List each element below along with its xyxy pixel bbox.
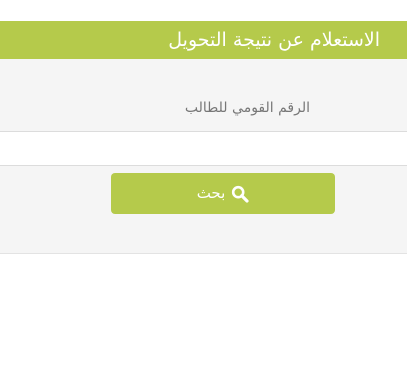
search-icon	[231, 185, 249, 203]
transfer-result-inquiry-panel: الاستعلام عن نتيجة التحويل الرقم القومي …	[0, 21, 407, 254]
national-id-input[interactable]	[0, 131, 407, 166]
search-button-label: بحث	[196, 184, 226, 202]
panel-header: الاستعلام عن نتيجة التحويل	[0, 21, 407, 59]
search-button[interactable]: بحث	[111, 173, 335, 214]
national-id-label: الرقم القومي للطالب	[184, 100, 310, 116]
panel-title: الاستعلام عن نتيجة التحويل	[168, 28, 380, 51]
